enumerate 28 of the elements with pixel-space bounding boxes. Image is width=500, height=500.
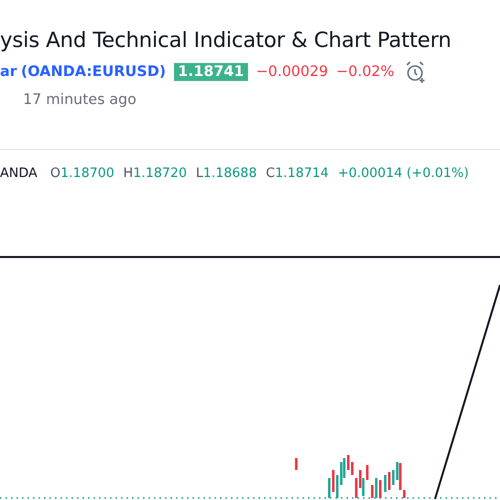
candle (336, 475, 338, 498)
ohlc-value: O1.18700 (50, 166, 114, 181)
candle (366, 465, 368, 480)
price-change-percent: −0.02% (336, 64, 394, 80)
ticker-link[interactable]: (OANDA:EURUSD) (20, 64, 166, 80)
price-change: −0.00029 (256, 64, 328, 80)
symbol-link[interactable]: ar (0, 64, 17, 80)
price-badge: 1.18741 (174, 63, 248, 81)
candle (375, 478, 378, 498)
source-label: ANDA (0, 166, 38, 181)
candle (379, 480, 382, 498)
candle (347, 455, 350, 470)
idea-title: ysis And Technical Indicator & Chart Pattern (0, 27, 452, 52)
candle (371, 485, 374, 498)
candle (403, 490, 406, 498)
candle (388, 472, 390, 490)
candle (295, 458, 298, 470)
candle (328, 478, 330, 498)
bar-change: +0.00014 (+0.01%) (338, 166, 469, 181)
candle (392, 470, 394, 485)
ohlc-value: H1.18720 (123, 166, 187, 181)
published-time: 17 minutes ago (23, 92, 138, 108)
candle (332, 470, 334, 492)
candle (384, 475, 386, 492)
candle (355, 478, 358, 498)
candle (351, 462, 354, 475)
ohlc-value: L1.18688 (196, 166, 257, 181)
ohlc-value: C1.18714 (266, 166, 329, 181)
